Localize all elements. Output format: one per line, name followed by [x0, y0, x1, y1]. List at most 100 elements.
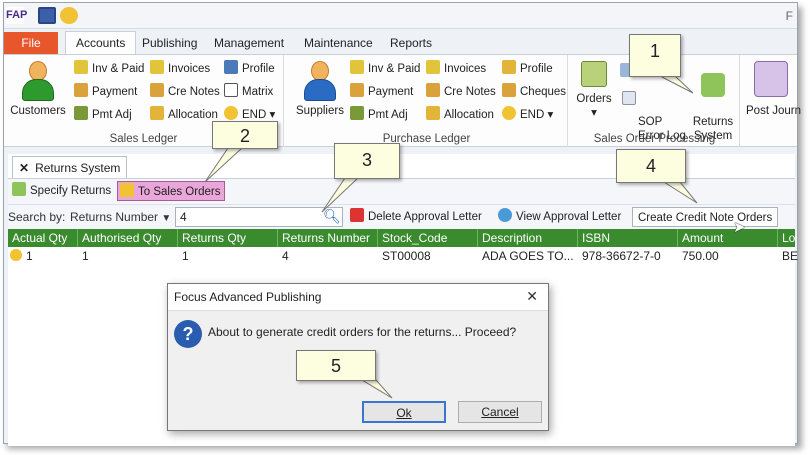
col-actual-qty[interactable]: Actual Qty: [8, 229, 78, 247]
pmt-adj-button[interactable]: Pmt Adj: [74, 105, 132, 125]
search-by-label: Search by:: [8, 210, 66, 224]
matrix-button[interactable]: Matrix: [224, 82, 273, 102]
col-description[interactable]: Description: [478, 229, 578, 247]
search-field-select[interactable]: Returns Number ▼: [70, 210, 171, 224]
ok-button[interactable]: Ok: [362, 401, 446, 423]
dialog-close-icon[interactable]: ✕: [526, 288, 538, 305]
callout-5: 5: [296, 350, 376, 381]
specify-returns-icon: [12, 182, 26, 196]
p-payment-label: Payment: [368, 86, 414, 98]
cheques-button[interactable]: Cheques: [502, 82, 566, 102]
search-icon[interactable]: 🔍︎: [323, 208, 341, 224]
delete-icon: [350, 208, 364, 222]
specify-returns-button[interactable]: Specify Returns: [12, 181, 111, 201]
p-cre-notes-label: Cre Notes: [444, 86, 496, 98]
view-approval-letter-button[interactable]: View Approval Letter: [498, 207, 621, 227]
close-icon[interactable]: ✕: [19, 161, 29, 175]
to-sales-orders-button[interactable]: To Sales Orders: [117, 181, 226, 201]
profile-button[interactable]: Profile: [224, 59, 275, 79]
profile-icon: [224, 60, 238, 74]
p-allocation-button[interactable]: Allocation: [426, 105, 494, 125]
returns-arrows-icon: [701, 73, 725, 97]
search-bar: Search by: Returns Number ▼ 4 🔍︎ Delete …: [8, 204, 795, 229]
p-end-button[interactable]: END ▾: [502, 105, 553, 125]
invoices-button[interactable]: Invoices: [150, 59, 210, 79]
supplier-icon: [303, 61, 337, 101]
end-gear-icon: [224, 106, 238, 120]
save-icon[interactable]: [38, 7, 56, 24]
inv-paid-button[interactable]: Inv & Paid: [74, 59, 144, 79]
tab-maintenance[interactable]: Maintenance: [294, 32, 383, 54]
allocation-button[interactable]: Allocation: [150, 105, 218, 125]
p-profile-button[interactable]: Profile: [502, 59, 553, 79]
cre-notes-button[interactable]: Cre Notes: [150, 82, 220, 102]
group-post-journal: Post Journ: [742, 55, 801, 147]
customers-button[interactable]: Customers: [10, 61, 66, 117]
p-payment-icon: [350, 83, 364, 97]
cell-returns-number: 4: [282, 249, 289, 263]
window-title: F: [785, 9, 793, 23]
post-journal-button[interactable]: Post Journ: [746, 61, 806, 117]
suppliers-button[interactable]: Suppliers: [292, 61, 348, 117]
tab-file[interactable]: File: [4, 32, 58, 54]
payment-icon: [74, 83, 88, 97]
col-authorised-qty[interactable]: Authorised Qty: [78, 229, 178, 247]
orders-button[interactable]: Orders ▾: [574, 61, 614, 119]
matrix-icon: [224, 83, 238, 97]
sales-order-processing-label: Sales Order Processing: [593, 133, 716, 145]
table-row[interactable]: 1 1 1 4 ST00008 ADA GOES TO... 978-36672…: [8, 247, 798, 265]
p-profile-label: Profile: [520, 63, 553, 75]
chevron-down-icon: ▼: [161, 213, 172, 224]
col-returns-qty[interactable]: Returns Qty: [178, 229, 278, 247]
search-input[interactable]: 4: [175, 207, 343, 227]
journal-bag-icon: [754, 61, 788, 97]
p-profile-icon: [502, 60, 516, 74]
col-location[interactable]: Lo: [778, 229, 795, 247]
tab-accounts[interactable]: Accounts: [65, 31, 137, 55]
search-field-value: Returns Number: [70, 210, 159, 224]
pmt-adj-label: Pmt Adj: [92, 109, 132, 121]
cell-stock-code: ST00008: [382, 249, 431, 263]
coins-icon[interactable]: [60, 7, 78, 24]
p-cre-notes-button[interactable]: Cre Notes: [426, 82, 496, 102]
delete-approval-letter-button[interactable]: Delete Approval Letter: [350, 207, 482, 227]
payment-button[interactable]: Payment: [74, 82, 137, 102]
tab-reports[interactable]: Reports: [380, 32, 442, 54]
returns-system-button[interactable]: Returns System: [690, 59, 736, 143]
col-stock-code[interactable]: Stock_Code: [378, 229, 478, 247]
returns-system-tab-label: Returns System: [35, 161, 121, 175]
chevron-down-icon: ▾: [269, 109, 276, 121]
col-amount[interactable]: Amount: [678, 229, 778, 247]
sop-error-log-button[interactable]: SOP Error Log: [622, 87, 686, 157]
p-inv-paid-icon: [350, 60, 364, 74]
tab-management[interactable]: Management: [204, 32, 294, 54]
p-invoices-button[interactable]: Invoices: [426, 59, 486, 79]
mouse-cursor-icon: ➤: [733, 219, 746, 236]
grid-header: Actual Qty Authorised Qty Returns Qty Re…: [8, 229, 795, 247]
col-returns-number[interactable]: Returns Number: [278, 229, 378, 247]
post-journal-label: Post Journ: [746, 105, 801, 117]
create-credit-note-orders-button[interactable]: Create Credit Note Orders: [632, 207, 779, 227]
p-inv-paid-button[interactable]: Inv & Paid: [350, 59, 420, 79]
p-pmt-adj-button[interactable]: Pmt Adj: [350, 105, 408, 125]
p-invoices-label: Invoices: [444, 63, 487, 75]
cancel-button[interactable]: Cancel: [458, 401, 542, 423]
error-log-icon: [622, 91, 636, 105]
returns-system-tab[interactable]: ✕ Returns System: [12, 156, 128, 178]
invoices-icon: [150, 60, 164, 74]
orders-icon: [581, 61, 607, 87]
to-sales-orders-label: To Sales Orders: [138, 186, 221, 198]
col-isbn[interactable]: ISBN: [578, 229, 678, 247]
dialog-message: About to generate credit orders for the …: [208, 325, 517, 339]
p-cre-notes-icon: [426, 83, 440, 97]
group-purchase-ledger: Suppliers Inv & Paid Payment Pmt Adj Inv…: [286, 55, 568, 147]
tab-publishing[interactable]: Publishing: [132, 32, 207, 54]
p-allocation-icon: [426, 106, 440, 120]
callout-4: 4: [616, 149, 686, 183]
cell-description: ADA GOES TO...: [482, 249, 574, 263]
cell-returns-qty: 1: [182, 249, 189, 263]
cheques-icon: [502, 83, 516, 97]
customer-icon: [21, 61, 55, 101]
to-sales-orders-icon: [120, 183, 134, 197]
p-payment-button[interactable]: Payment: [350, 82, 413, 102]
